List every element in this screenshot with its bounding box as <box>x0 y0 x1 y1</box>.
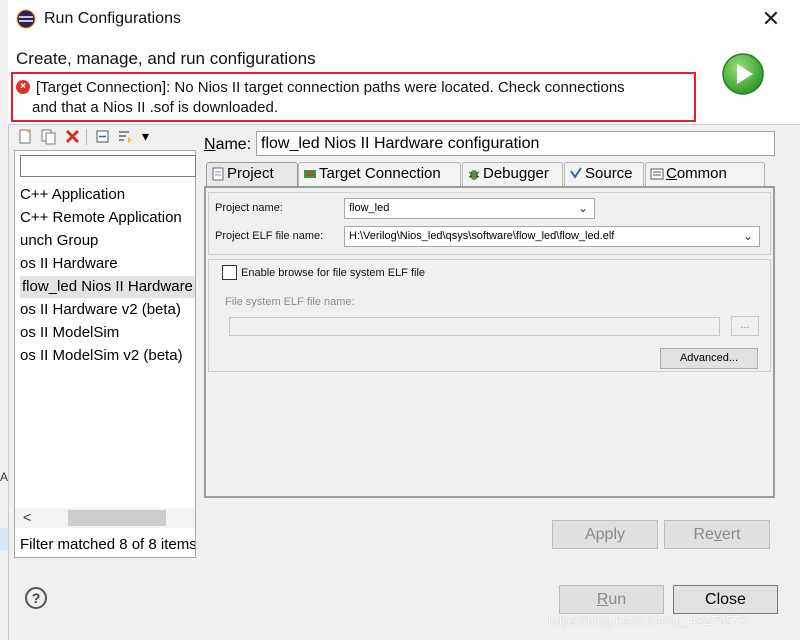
tab-common-label: Common <box>666 165 727 182</box>
close-button[interactable]: Close <box>673 585 778 614</box>
elf-file-label: Project ELF file name: <box>215 230 324 242</box>
run-configuration-icon <box>722 53 764 95</box>
apply-button[interactable]: Apply <box>552 520 658 549</box>
tab-debugger-label: Debugger <box>483 165 549 182</box>
tab-project-label: Project <box>227 165 274 182</box>
collapse-all-icon[interactable] <box>94 128 111 145</box>
tree-item-launch-group[interactable]: unch Group <box>20 230 195 252</box>
scroll-left-icon[interactable]: < <box>23 509 31 525</box>
tab-project[interactable]: Project <box>206 162 298 186</box>
error-message-line-2: and that a Nios II .sof is downloaded. <box>32 99 278 116</box>
tree-item-flow-led-config[interactable]: flow_led Nios II Hardware configuration <box>20 276 195 298</box>
eclipse-icon <box>16 9 36 29</box>
horizontal-scrollbar[interactable]: < <box>15 508 195 528</box>
tab-debugger[interactable]: Debugger <box>462 162 563 186</box>
toolbar-separator <box>86 129 87 145</box>
fs-elf-label: File system ELF file name: <box>225 296 355 308</box>
chevron-down-icon: ⌄ <box>577 201 588 215</box>
new-config-icon[interactable] <box>17 128 34 145</box>
name-label-rest: ame: <box>215 136 252 153</box>
window-title: Run Configurations <box>44 10 181 27</box>
tree-item-nios-ii-modelsim-v2[interactable]: os II ModelSim v2 (beta) <box>20 345 195 367</box>
elf-file-combo[interactable]: H:\Verilog\Nios_led\qsys\software\flow_l… <box>344 226 760 247</box>
project-tab-icon <box>212 167 224 181</box>
enable-browse-label: Enable browse for file system ELF file <box>241 267 426 279</box>
revert-button[interactable]: Revert <box>664 520 770 549</box>
tab-source-label: Source <box>585 165 633 182</box>
background-window-edge: A: <box>0 0 11 640</box>
browse-button[interactable]: ... <box>731 316 759 336</box>
error-message-line-1: [Target Connection]: No Nios II target c… <box>36 79 625 96</box>
scrollbar-thumb[interactable] <box>68 510 166 526</box>
filter-input[interactable] <box>20 155 196 177</box>
run-button[interactable]: Run <box>559 585 664 614</box>
banner-title: Create, manage, and run configurations <box>16 49 316 68</box>
source-icon <box>570 167 582 179</box>
tree-item-nios-ii-hardware[interactable]: os II Hardware <box>20 253 195 275</box>
advanced-button[interactable]: Advanced... <box>660 348 758 369</box>
error-icon: × <box>16 80 30 94</box>
chevron-down-icon: ⌄ <box>742 229 753 243</box>
tree-item-nios-ii-modelsim[interactable]: os II ModelSim <box>20 322 195 344</box>
tab-target-connection-label: Target Connection <box>319 165 441 182</box>
common-icon <box>650 168 664 180</box>
target-connection-icon <box>304 170 316 178</box>
close-window-button[interactable]: ✕ <box>758 6 784 32</box>
debugger-bug-icon <box>468 170 480 180</box>
duplicate-icon[interactable] <box>40 128 57 145</box>
filter-status-text: Filter matched 8 of 8 items <box>20 536 195 553</box>
filter-icon[interactable] <box>117 128 134 145</box>
project-name-value: flow_led <box>349 202 390 214</box>
project-name-label: Project name: <box>215 202 283 214</box>
toolbar-dropdown-icon[interactable]: ▾ <box>142 128 149 145</box>
project-name-combo[interactable]: flow_led ⌄ <box>344 198 595 219</box>
tree-item-cpp-remote-application[interactable]: C++ Remote Application <box>20 207 195 229</box>
tab-common[interactable]: Common <box>645 162 765 186</box>
enable-browse-checkbox[interactable] <box>222 265 237 280</box>
background-band <box>0 528 8 550</box>
tab-target-connection[interactable]: Target Connection <box>298 162 461 186</box>
configuration-name-input[interactable] <box>256 131 775 156</box>
banner-separator <box>8 124 800 125</box>
tab-source[interactable]: Source <box>564 162 644 186</box>
fs-elf-input[interactable] <box>229 317 720 336</box>
tree-item-cpp-application[interactable]: C++ Application <box>20 184 195 206</box>
elf-file-value: H:\Verilog\Nios_led\qsys\software\flow_l… <box>349 230 615 242</box>
help-icon[interactable]: ? <box>25 587 47 609</box>
delete-icon[interactable] <box>64 128 81 145</box>
name-label: Name: <box>204 136 252 153</box>
watermark-text: https://blog.csdn.net/qq_43279579 <box>548 613 748 628</box>
tree-item-nios-ii-hardware-v2[interactable]: os II Hardware v2 (beta) <box>20 299 195 321</box>
